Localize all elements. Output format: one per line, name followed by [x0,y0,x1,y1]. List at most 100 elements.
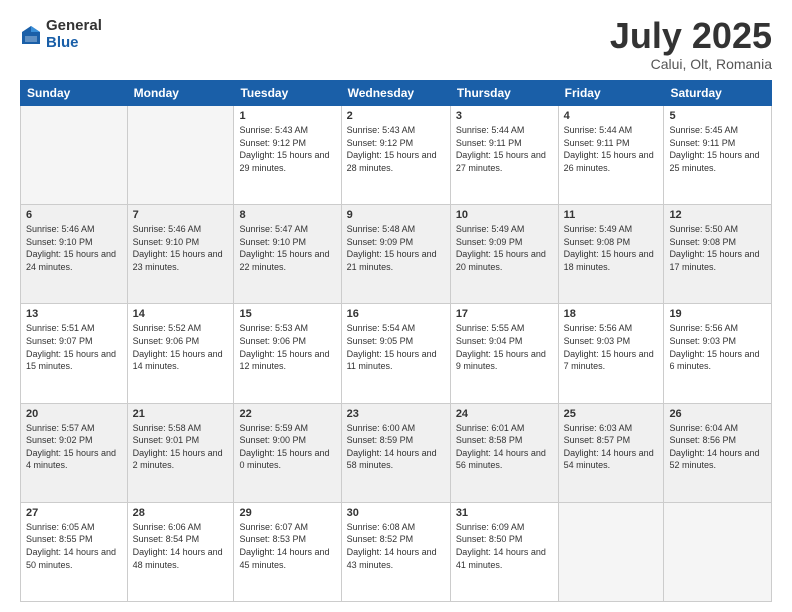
day-info: Sunrise: 5:45 AMSunset: 9:11 PMDaylight:… [669,124,766,174]
day-number: 22 [239,408,335,420]
day-number: 4 [564,110,659,122]
calendar-cell: 19Sunrise: 5:56 AMSunset: 9:03 PMDayligh… [664,304,772,403]
day-number: 12 [669,209,766,221]
day-info: Sunrise: 5:48 AMSunset: 9:09 PMDaylight:… [347,223,445,273]
calendar-cell: 16Sunrise: 5:54 AMSunset: 9:05 PMDayligh… [341,304,450,403]
day-number: 5 [669,110,766,122]
calendar-cell: 14 Sunrise: 5:52 AMSunset: 9:06 PMDayligh… [127,304,234,403]
day-info: Sunrise: 5:58 AMSunset: 9:01 PMDaylight:… [133,422,229,472]
calendar-week-row: 20Sunrise: 5:57 AMSunset: 9:02 PMDayligh… [21,403,772,502]
day-info: Sunrise: 5:56 AMSunset: 9:03 PMDaylight:… [669,322,766,372]
day-info: Sunrise: 5:55 AMSunset: 9:04 PMDaylight:… [456,322,553,372]
calendar-week-row: 1 Sunrise: 5:43 AMSunset: 9:12 PMDaylight… [21,106,772,205]
day-info: Sunrise: 5:53 AMSunset: 9:06 PMDaylight:… [239,322,335,372]
calendar-cell [21,106,128,205]
day-info: Sunrise: 6:09 AMSunset: 8:50 PMDaylight:… [456,521,553,571]
day-info: Sunrise: 5:49 AMSunset: 9:08 PMDaylight:… [564,223,659,273]
calendar-cell: 20Sunrise: 5:57 AMSunset: 9:02 PMDayligh… [21,403,128,502]
day-header-saturday: Saturday [664,81,772,106]
day-info: Sunrise: 5:46 AMSunset: 9:10 PMDaylight:… [133,223,229,273]
calendar-cell [664,502,772,601]
calendar-week-row: 13Sunrise: 5:51 AMSunset: 9:07 PMDayligh… [21,304,772,403]
calendar-cell: 28Sunrise: 6:06 AMSunset: 8:54 PMDayligh… [127,502,234,601]
logo-general-text: General [46,18,102,35]
calendar-header-row: SundayMondayTuesdayWednesdayThursdayFrid… [21,81,772,106]
calendar-cell: 18 Sunrise: 5:56 AMSunset: 9:03 PMDayligh… [558,304,664,403]
calendar-cell: 21 Sunrise: 5:58 AMSunset: 9:01 PMDayligh… [127,403,234,502]
calendar-cell: 3 Sunrise: 5:44 AMSunset: 9:11 PMDaylight… [450,106,558,205]
calendar-cell: 5 Sunrise: 5:45 AMSunset: 9:11 PMDaylight… [664,106,772,205]
calendar-table: SundayMondayTuesdayWednesdayThursdayFrid… [20,80,772,602]
logo-icon [20,24,42,46]
day-number: 29 [239,507,335,519]
calendar-cell: 22Sunrise: 5:59 AMSunset: 9:00 PMDayligh… [234,403,341,502]
day-info: Sunrise: 5:51 AMSunset: 9:07 PMDaylight:… [26,322,122,372]
calendar-cell: 26Sunrise: 6:04 AMSunset: 8:56 PMDayligh… [664,403,772,502]
day-info: Sunrise: 6:06 AMSunset: 8:54 PMDaylight:… [133,521,229,571]
day-info: Sunrise: 5:46 AMSunset: 9:10 PMDaylight:… [26,223,122,273]
day-info: Sunrise: 5:43 AMSunset: 9:12 PMDaylight:… [347,124,445,174]
day-number: 8 [239,209,335,221]
calendar-cell: 11 Sunrise: 5:49 AMSunset: 9:08 PMDayligh… [558,205,664,304]
location: Calui, Olt, Romania [610,56,772,72]
day-info: Sunrise: 6:03 AMSunset: 8:57 PMDaylight:… [564,422,659,472]
day-number: 17 [456,308,553,320]
day-info: Sunrise: 6:07 AMSunset: 8:53 PMDaylight:… [239,521,335,571]
day-number: 11 [564,209,659,221]
month-title: July 2025 [610,18,772,54]
day-number: 14 [133,308,229,320]
day-number: 6 [26,209,122,221]
day-number: 27 [26,507,122,519]
day-number: 18 [564,308,659,320]
calendar-week-row: 27 Sunrise: 6:05 AMSunset: 8:55 PMDayligh… [21,502,772,601]
calendar-cell [127,106,234,205]
calendar-cell: 30 Sunrise: 6:08 AMSunset: 8:52 PMDayligh… [341,502,450,601]
day-header-monday: Monday [127,81,234,106]
day-header-tuesday: Tuesday [234,81,341,106]
day-info: Sunrise: 5:44 AMSunset: 9:11 PMDaylight:… [456,124,553,174]
day-number: 23 [347,408,445,420]
header: General Blue July 2025 Calui, Olt, Roman… [20,18,772,72]
day-info: Sunrise: 6:05 AMSunset: 8:55 PMDaylight:… [26,521,122,571]
calendar-cell: 8Sunrise: 5:47 AMSunset: 9:10 PMDaylight… [234,205,341,304]
calendar-cell: 29 Sunrise: 6:07 AMSunset: 8:53 PMDayligh… [234,502,341,601]
day-number: 21 [133,408,229,420]
calendar-cell: 12 Sunrise: 5:50 AMSunset: 9:08 PMDayligh… [664,205,772,304]
day-number: 2 [347,110,445,122]
title-block: July 2025 Calui, Olt, Romania [610,18,772,72]
day-info: Sunrise: 5:56 AMSunset: 9:03 PMDaylight:… [564,322,659,372]
day-info: Sunrise: 5:50 AMSunset: 9:08 PMDaylight:… [669,223,766,273]
day-number: 1 [239,110,335,122]
day-number: 25 [564,408,659,420]
day-header-wednesday: Wednesday [341,81,450,106]
day-number: 3 [456,110,553,122]
day-header-thursday: Thursday [450,81,558,106]
calendar-cell: 9 Sunrise: 5:48 AMSunset: 9:09 PMDaylight… [341,205,450,304]
day-number: 9 [347,209,445,221]
day-number: 16 [347,308,445,320]
day-number: 30 [347,507,445,519]
calendar-cell: 25 Sunrise: 6:03 AMSunset: 8:57 PMDayligh… [558,403,664,502]
day-info: Sunrise: 6:04 AMSunset: 8:56 PMDaylight:… [669,422,766,472]
day-info: Sunrise: 6:01 AMSunset: 8:58 PMDaylight:… [456,422,553,472]
calendar-cell: 23 Sunrise: 6:00 AMSunset: 8:59 PMDayligh… [341,403,450,502]
calendar-cell: 17 Sunrise: 5:55 AMSunset: 9:04 PMDayligh… [450,304,558,403]
calendar-cell: 27 Sunrise: 6:05 AMSunset: 8:55 PMDayligh… [21,502,128,601]
calendar-cell: 6 Sunrise: 5:46 AMSunset: 9:10 PMDaylight… [21,205,128,304]
calendar-cell: 13Sunrise: 5:51 AMSunset: 9:07 PMDayligh… [21,304,128,403]
day-number: 7 [133,209,229,221]
calendar-cell: 2 Sunrise: 5:43 AMSunset: 9:12 PMDaylight… [341,106,450,205]
day-header-sunday: Sunday [21,81,128,106]
day-number: 20 [26,408,122,420]
day-number: 15 [239,308,335,320]
day-info: Sunrise: 6:00 AMSunset: 8:59 PMDaylight:… [347,422,445,472]
day-number: 24 [456,408,553,420]
day-header-friday: Friday [558,81,664,106]
logo: General Blue [20,18,102,51]
day-number: 31 [456,507,553,519]
day-info: Sunrise: 5:44 AMSunset: 9:11 PMDaylight:… [564,124,659,174]
day-info: Sunrise: 6:08 AMSunset: 8:52 PMDaylight:… [347,521,445,571]
day-info: Sunrise: 5:52 AMSunset: 9:06 PMDaylight:… [133,322,229,372]
day-number: 10 [456,209,553,221]
day-info: Sunrise: 5:43 AMSunset: 9:12 PMDaylight:… [239,124,335,174]
